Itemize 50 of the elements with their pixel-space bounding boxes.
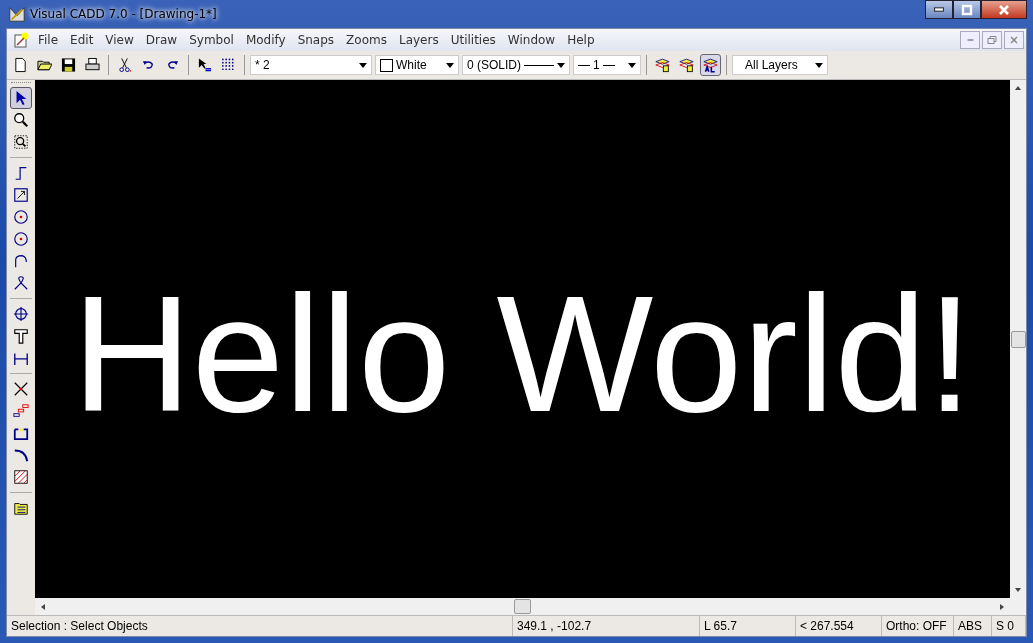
- menu-item[interactable]: View: [99, 33, 140, 47]
- status-text: Ortho: OFF: [882, 616, 954, 636]
- restore-button[interactable]: [982, 31, 1002, 49]
- scroll-thumb[interactable]: [1010, 330, 1026, 348]
- menu-item[interactable]: Zooms: [340, 33, 393, 47]
- scroll-thumb[interactable]: [514, 599, 531, 614]
- menu-item[interactable]: Draw: [139, 33, 184, 47]
- drawing-text: Hello World!: [72, 271, 973, 437]
- menu-item[interactable]: Help: [561, 33, 601, 47]
- drawing-canvas[interactable]: Hello World!: [35, 80, 1010, 598]
- document-pencil-icon: [13, 32, 29, 48]
- scroll-down-arrow-icon[interactable]: [1014, 586, 1022, 594]
- scroll-left-arrow-icon[interactable]: [39, 602, 47, 611]
- layer-combo[interactable]: All Layers: [732, 55, 828, 75]
- status-text: ABS: [954, 616, 992, 636]
- close-icon: [998, 3, 1010, 16]
- menu-item[interactable]: File: [32, 33, 65, 47]
- scale-combo[interactable]: 1: [573, 55, 641, 75]
- status-text: L 65.7: [700, 616, 796, 636]
- menu-item[interactable]: Modify: [239, 33, 292, 47]
- scroll-right-arrow-icon[interactable]: [998, 602, 1006, 611]
- menu-item[interactable]: Symbol: [183, 33, 240, 47]
- color-combo[interactable]: White: [375, 55, 459, 75]
- restore-icon: [986, 34, 998, 46]
- close-icon: [1008, 34, 1020, 46]
- minimize-button[interactable]: [925, 0, 953, 19]
- menu-item[interactable]: Layers: [392, 33, 445, 47]
- status-text: < 267.554: [796, 616, 882, 636]
- dot-grid-icon: [221, 57, 236, 73]
- arrow-pointer-icon[interactable]: [10, 87, 32, 109]
- minimize-icon: [966, 39, 974, 41]
- window-title: Visual CADD 7.0 - [Drawing-1*]: [30, 7, 217, 21]
- drafting-compass-icon: [8, 5, 26, 23]
- menu-item[interactable]: Snaps: [291, 33, 341, 47]
- maximize-icon: [961, 3, 973, 16]
- status-text: Selection : Select Objects: [7, 616, 513, 636]
- maximize-button[interactable]: [953, 0, 981, 19]
- layer-al-icon[interactable]: [700, 54, 721, 76]
- vertical-scrollbar[interactable]: [1010, 80, 1026, 598]
- close-button[interactable]: [981, 0, 1027, 19]
- menu-item[interactable]: Edit: [64, 33, 100, 47]
- line-type-combo[interactable]: 0 (SOLID): [462, 55, 570, 75]
- line-width-combo[interactable]: * 2: [250, 55, 372, 75]
- scroll-up-arrow-icon[interactable]: [1014, 84, 1022, 92]
- status-text: S 0: [992, 616, 1026, 636]
- menu-item[interactable]: Utilities: [444, 33, 502, 47]
- horizontal-scrollbar[interactable]: [35, 598, 1026, 615]
- status-text: 349.1 , -102.7: [513, 616, 700, 636]
- minimize-icon: [934, 7, 944, 12]
- menu-item[interactable]: Window: [501, 33, 562, 47]
